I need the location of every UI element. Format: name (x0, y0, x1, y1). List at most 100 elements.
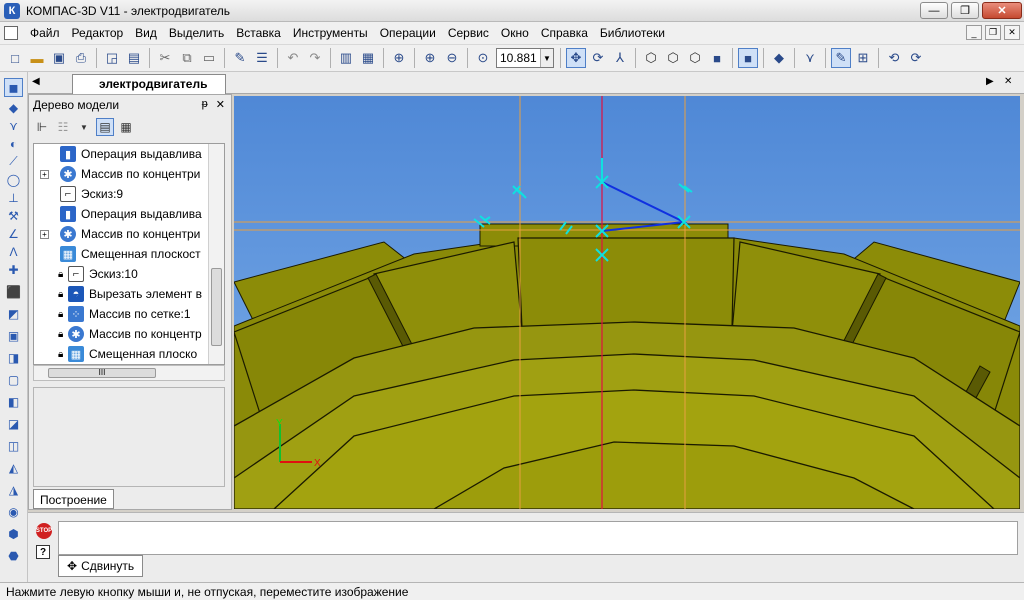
dimensions-icon[interactable]: ⊥ (4, 188, 23, 207)
rebuild-icon[interactable]: ⟲ (884, 48, 904, 68)
menu-select[interactable]: Выделить (163, 26, 230, 40)
document-tab[interactable]: электродвигатель (72, 74, 227, 94)
redo-icon[interactable]: ↷ (305, 48, 325, 68)
cut-revolve-icon[interactable]: ◧ (4, 392, 23, 411)
menu-view[interactable]: Вид (129, 26, 163, 40)
menu-file[interactable]: Файл (24, 26, 66, 40)
expand-icon[interactable]: + (40, 169, 49, 179)
properties-icon[interactable]: ▤ (124, 48, 144, 68)
panel-close-icon[interactable]: ✕ (216, 98, 225, 111)
tree-item[interactable]: ▮ Операция выдавлива (34, 204, 208, 224)
refresh-icon[interactable]: ⟳ (906, 48, 926, 68)
menu-libraries[interactable]: Библиотеки (594, 26, 671, 40)
tree-item[interactable]: + ✱ Массив по концентри (34, 224, 208, 244)
open-folder-icon[interactable]: ▬ (27, 48, 47, 68)
auxiliary-geometry-icon[interactable]: ⟋ (4, 152, 23, 171)
rotate-icon[interactable]: ⟳ (588, 48, 608, 68)
tree-item[interactable]: + ✱ Массив по концентри (34, 164, 208, 184)
zoom-in-icon[interactable]: ⊕ (420, 48, 440, 68)
zoom-window-icon[interactable]: ⊕ (389, 48, 409, 68)
doc-close-button[interactable]: ✕ (1004, 25, 1020, 40)
pin-icon[interactable]: ᵽ (202, 98, 208, 111)
surfaces-icon[interactable]: ⋎ (4, 116, 23, 135)
kinematic-icon[interactable]: ▣ (4, 326, 23, 345)
menu-window[interactable]: Окно (495, 26, 535, 40)
chamfer-icon[interactable]: ◮ (4, 480, 23, 499)
hammer-icon[interactable]: ⚒ (4, 206, 23, 225)
fillet-icon[interactable]: ◭ (4, 458, 23, 477)
measure-icon[interactable]: ⊞ (853, 48, 873, 68)
parametrization-icon[interactable]: ∠ (4, 224, 23, 243)
command-properties-field[interactable] (58, 521, 1018, 555)
halftone-edges-icon[interactable]: ■ (738, 48, 758, 68)
hole-icon[interactable]: ◉ (4, 502, 23, 521)
libraries-icon[interactable]: ▦ (358, 48, 378, 68)
halftone-icon[interactable]: ■ (707, 48, 727, 68)
stop-icon[interactable]: STOP (36, 523, 52, 539)
tree-details-icon[interactable]: ▦ (117, 118, 135, 136)
pan-icon[interactable]: ✥ (566, 48, 586, 68)
zoom-dynamic-icon[interactable]: ⊙ (473, 48, 493, 68)
tabs-left-arrow-icon[interactable]: ◀ (32, 76, 40, 87)
chevron-down-icon[interactable]: ▼ (75, 118, 93, 136)
expand-icon[interactable]: + (40, 229, 49, 239)
rib-icon[interactable]: ⬣ (4, 546, 23, 565)
zoom-out-icon[interactable]: ⊖ (442, 48, 462, 68)
preview-icon[interactable]: ◲ (102, 48, 122, 68)
tree-item[interactable]: 🔒︎ ⁘ Массив по сетке:1 (34, 304, 208, 324)
save-icon[interactable]: ▣ (49, 48, 69, 68)
tree-vertical-scrollbar[interactable] (208, 144, 224, 364)
tree-view-icon[interactable]: ▤ (96, 118, 114, 136)
doc-restore-button[interactable]: ❐ (985, 25, 1001, 40)
tree-item[interactable]: ▮ Операция выдавлива (34, 144, 208, 164)
menu-tools[interactable]: Инструменты (287, 26, 374, 40)
thin-hidden-lines-icon[interactable]: ⬡ (685, 48, 705, 68)
designations-icon[interactable]: Λ (4, 242, 23, 261)
cut-loft-icon[interactable]: ◫ (4, 436, 23, 455)
tree-item[interactable]: 🔒︎ ▦ Смещенная плоско (34, 344, 208, 364)
tab-construction[interactable]: Построение (33, 489, 114, 509)
edit-details-icon[interactable]: ◼ (4, 78, 23, 97)
tree-item[interactable]: ▦ Смещенная плоскост (34, 244, 208, 264)
loft-icon[interactable]: ◨ (4, 348, 23, 367)
model-viewport[interactable]: Y X (234, 96, 1020, 509)
spatial-curves-icon[interactable]: ◆ (4, 98, 23, 117)
tab-close-icon[interactable]: ✕ (1004, 76, 1012, 87)
menu-help[interactable]: Справка (535, 26, 594, 40)
document-system-icon[interactable] (4, 26, 18, 40)
revolve-icon[interactable]: ◩ (4, 304, 23, 323)
copy-icon[interactable]: ⧉ (177, 48, 197, 68)
close-button[interactable]: ✕ (982, 2, 1022, 19)
model-3d-view[interactable]: Y X (234, 96, 1020, 509)
menu-service[interactable]: Сервис (442, 26, 495, 40)
format-brush-icon[interactable]: ✎ (230, 48, 250, 68)
tree-item[interactable]: ⌐ Эскиз:9 (34, 184, 208, 204)
chevron-down-icon[interactable]: ▼ (540, 49, 553, 67)
tabs-right-arrow-icon[interactable]: ▶ (986, 76, 994, 87)
minimize-button[interactable]: — (920, 2, 948, 19)
doc-minimize-button[interactable]: _ (966, 25, 982, 40)
shell-icon[interactable]: ⬢ (4, 524, 23, 543)
tree-structure-icon[interactable]: ⊩ (33, 118, 51, 136)
help-icon[interactable]: ? (36, 545, 50, 559)
filters-icon[interactable]: ⋎ (800, 48, 820, 68)
cut-icon[interactable]: ✂ (155, 48, 175, 68)
tree-horizontal-scrollbar[interactable]: III (33, 365, 225, 381)
scroll-thumb[interactable]: III (48, 368, 156, 378)
constraints-icon[interactable]: ✚ (4, 260, 23, 279)
tab-pan-command[interactable]: ✥ Сдвинуть (58, 555, 144, 577)
new-document-icon[interactable]: □ (5, 48, 25, 68)
edit-in-place-icon[interactable]: ✎ (831, 48, 851, 68)
manager-icon[interactable]: ▥ (336, 48, 356, 68)
zoom-scale-field[interactable]: 10.881 ▼ (496, 48, 554, 68)
extrude-icon[interactable]: ⬛ (4, 282, 23, 301)
arrays-icon[interactable]: ◐ (4, 134, 23, 153)
perspective-icon[interactable]: ◆ (769, 48, 789, 68)
orientation-icon[interactable]: ⅄ (610, 48, 630, 68)
cut-extrude-icon[interactable]: ▢ (4, 370, 23, 389)
print-icon[interactable]: ⎙ (71, 48, 91, 68)
undo-icon[interactable]: ↶ (283, 48, 303, 68)
scroll-thumb[interactable] (211, 268, 222, 346)
tree-item[interactable]: 🔒︎ ✱ Массив по концентр (34, 324, 208, 344)
wireframe-icon[interactable]: ⬡ (641, 48, 661, 68)
